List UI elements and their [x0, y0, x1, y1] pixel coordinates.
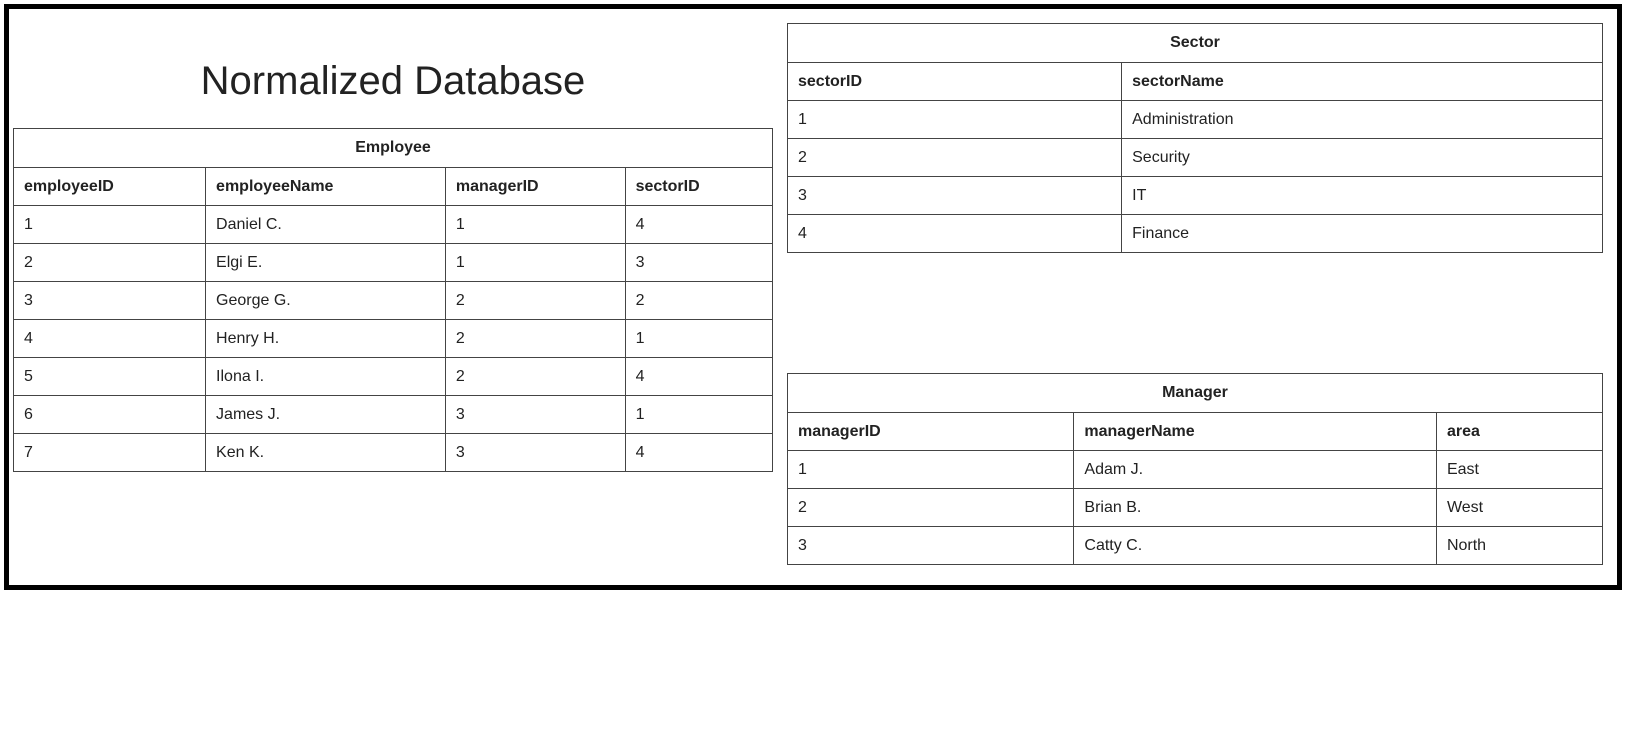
cell: 3: [625, 244, 772, 282]
cell: Administration: [1122, 101, 1603, 139]
employee-header: employeeName: [206, 168, 446, 206]
cell: 6: [14, 396, 206, 434]
table-row: 3Catty C.North: [788, 527, 1603, 565]
table-row: 1Daniel C.14: [14, 206, 773, 244]
cell: West: [1436, 489, 1602, 527]
vertical-spacer: [787, 253, 1603, 373]
cell: Daniel C.: [206, 206, 446, 244]
cell: 2: [445, 282, 625, 320]
manager-header-row: managerID managerName area: [788, 413, 1603, 451]
cell: Catty C.: [1074, 527, 1437, 565]
cell: 1: [625, 396, 772, 434]
manager-header: managerID: [788, 413, 1074, 451]
table-row: 5Ilona I.24: [14, 358, 773, 396]
cell: IT: [1122, 177, 1603, 215]
page-title: Normalized Database: [13, 23, 773, 128]
cell: 4: [625, 434, 772, 472]
table-row: 4Finance: [788, 215, 1603, 253]
cell: 5: [14, 358, 206, 396]
employee-header-row: employeeID employeeName managerID sector…: [14, 168, 773, 206]
table-row: 2Elgi E.13: [14, 244, 773, 282]
table-row: 1Adam J.East: [788, 451, 1603, 489]
cell: Ilona I.: [206, 358, 446, 396]
cell: Brian B.: [1074, 489, 1437, 527]
manager-header: managerName: [1074, 413, 1437, 451]
cell: 2: [445, 358, 625, 396]
cell: Elgi E.: [206, 244, 446, 282]
table-row: 7Ken K.34: [14, 434, 773, 472]
sector-header: sectorName: [1122, 63, 1603, 101]
cell: 4: [625, 358, 772, 396]
cell: 1: [445, 206, 625, 244]
table-row: 3George G.22: [14, 282, 773, 320]
cell: 4: [788, 215, 1122, 253]
table-row: 4Henry H.21: [14, 320, 773, 358]
cell: 4: [625, 206, 772, 244]
cell: Henry H.: [206, 320, 446, 358]
sector-table: Sector sectorID sectorName 1Administrati…: [787, 23, 1603, 253]
sector-header: sectorID: [788, 63, 1122, 101]
left-column: Normalized Database Employee employeeID …: [13, 23, 773, 472]
table-row: 2Brian B.West: [788, 489, 1603, 527]
cell: 3: [788, 527, 1074, 565]
cell: 1: [14, 206, 206, 244]
sector-caption: Sector: [787, 23, 1603, 62]
right-column: Sector sectorID sectorName 1Administrati…: [787, 23, 1603, 565]
table-row: 6James J.31: [14, 396, 773, 434]
cell: 1: [625, 320, 772, 358]
cell: 1: [445, 244, 625, 282]
cell: 1: [788, 451, 1074, 489]
cell: 3: [14, 282, 206, 320]
table-row: 3IT: [788, 177, 1603, 215]
manager-table: Manager managerID managerName area 1Adam…: [787, 373, 1603, 565]
cell: George G.: [206, 282, 446, 320]
cell: East: [1436, 451, 1602, 489]
cell: Ken K.: [206, 434, 446, 472]
cell: 2: [445, 320, 625, 358]
diagram-frame: Normalized Database Employee employeeID …: [4, 4, 1622, 590]
cell: Finance: [1122, 215, 1603, 253]
cell: 2: [788, 489, 1074, 527]
cell: 7: [14, 434, 206, 472]
cell: 3: [788, 177, 1122, 215]
cell: 1: [788, 101, 1122, 139]
cell: 2: [625, 282, 772, 320]
cell: James J.: [206, 396, 446, 434]
manager-caption: Manager: [787, 373, 1603, 412]
cell: 4: [14, 320, 206, 358]
manager-header: area: [1436, 413, 1602, 451]
cell: Security: [1122, 139, 1603, 177]
employee-header: sectorID: [625, 168, 772, 206]
table-row: 1Administration: [788, 101, 1603, 139]
table-row: 2Security: [788, 139, 1603, 177]
employee-header: managerID: [445, 168, 625, 206]
sector-header-row: sectorID sectorName: [788, 63, 1603, 101]
cell: 3: [445, 434, 625, 472]
cell: 2: [788, 139, 1122, 177]
employee-table: Employee employeeID employeeName manager…: [13, 128, 773, 472]
employee-header: employeeID: [14, 168, 206, 206]
cell: North: [1436, 527, 1602, 565]
cell: 3: [445, 396, 625, 434]
employee-caption: Employee: [13, 128, 773, 167]
cell: Adam J.: [1074, 451, 1437, 489]
cell: 2: [14, 244, 206, 282]
